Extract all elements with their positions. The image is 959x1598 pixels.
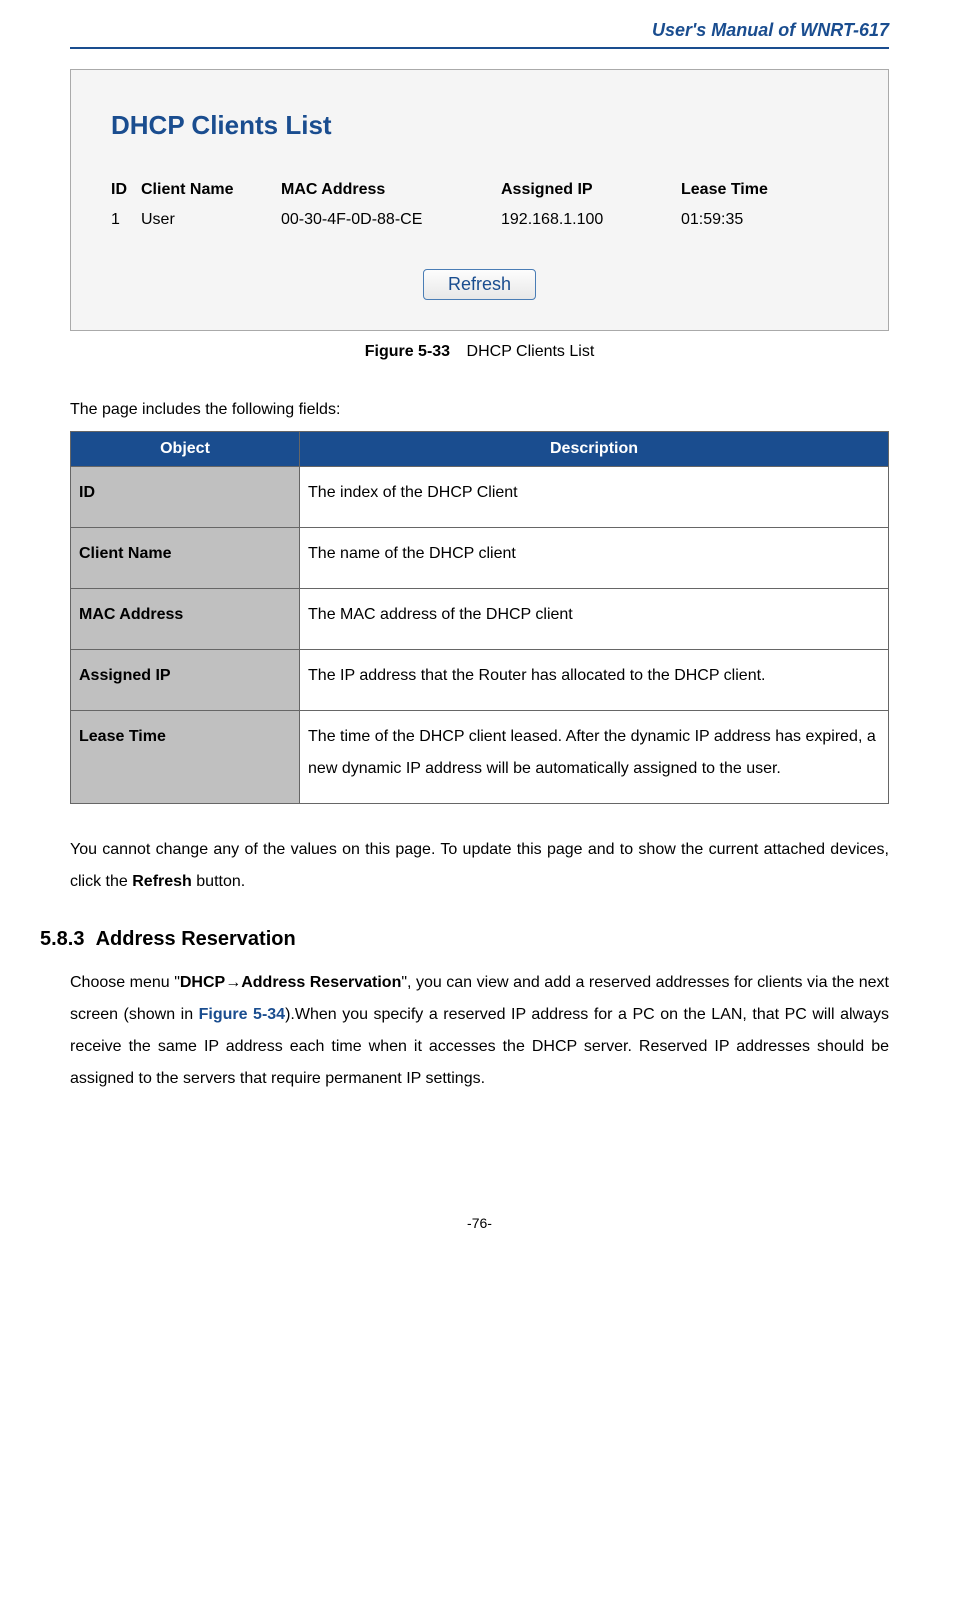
manual-title: User's Manual of WNRT-617 bbox=[652, 20, 889, 40]
section-number: 5.8.3 bbox=[40, 928, 84, 950]
cell-lease: 01:59:35 bbox=[681, 211, 848, 229]
obj-cell: ID bbox=[71, 467, 300, 528]
table-row: 1 User 00-30-4F-0D-88-CE 192.168.1.100 0… bbox=[111, 211, 848, 229]
header-description: Description bbox=[300, 432, 889, 467]
dhcp-screenshot-panel: DHCP Clients List ID Client Name MAC Add… bbox=[70, 69, 889, 331]
menu-path-bold: DHCP→Address Reservation bbox=[180, 974, 401, 991]
table-row: Lease Time The time of the DHCP client l… bbox=[71, 711, 889, 804]
col-header-mac: MAC Address bbox=[281, 181, 501, 199]
obj-cell: Assigned IP bbox=[71, 650, 300, 711]
refresh-bold: Refresh bbox=[132, 873, 192, 890]
col-header-id: ID bbox=[111, 181, 141, 199]
header-object: Object bbox=[71, 432, 300, 467]
desc-cell: The name of the DHCP client bbox=[300, 528, 889, 589]
desc-cell: The IP address that the Router has alloc… bbox=[300, 650, 889, 711]
table-row: ID The index of the DHCP Client bbox=[71, 467, 889, 528]
cell-name: User bbox=[141, 211, 281, 229]
desc-table-header-row: Object Description bbox=[71, 432, 889, 467]
col-header-ip: Assigned IP bbox=[501, 181, 681, 199]
col-header-name: Client Name bbox=[141, 181, 281, 199]
cell-ip: 192.168.1.100 bbox=[501, 211, 681, 229]
table-row: MAC Address The MAC address of the DHCP … bbox=[71, 589, 889, 650]
para-text: Choose menu " bbox=[70, 974, 180, 991]
figure-label: Figure 5-33 bbox=[365, 343, 450, 360]
page-number: -76- bbox=[70, 1215, 889, 1231]
figure-link[interactable]: Figure 5-34 bbox=[199, 1006, 285, 1023]
cell-id: 1 bbox=[111, 211, 141, 229]
cell-mac: 00-30-4F-0D-88-CE bbox=[281, 211, 501, 229]
intro-text: The page includes the following fields: bbox=[70, 401, 889, 419]
dhcp-panel-title: DHCP Clients List bbox=[101, 110, 858, 141]
col-header-lease: Lease Time bbox=[681, 181, 848, 199]
section-heading: 5.8.3 Address Reservation bbox=[40, 928, 889, 951]
refresh-button-wrap: Refresh bbox=[101, 269, 858, 300]
table-row: Client Name The name of the DHCP client bbox=[71, 528, 889, 589]
figure-title: DHCP Clients List bbox=[467, 343, 595, 360]
section-title: Address Reservation bbox=[96, 928, 296, 950]
figure-caption: Figure 5-33 DHCP Clients List bbox=[70, 343, 889, 361]
desc-cell: The time of the DHCP client leased. Afte… bbox=[300, 711, 889, 804]
obj-cell: MAC Address bbox=[71, 589, 300, 650]
obj-cell: Lease Time bbox=[71, 711, 300, 804]
table-row: Assigned IP The IP address that the Rout… bbox=[71, 650, 889, 711]
para-text: button. bbox=[192, 873, 245, 890]
desc-cell: The MAC address of the DHCP client bbox=[300, 589, 889, 650]
page-header: User's Manual of WNRT-617 bbox=[70, 20, 889, 49]
description-table: Object Description ID The index of the D… bbox=[70, 431, 889, 804]
table-header-row: ID Client Name MAC Address Assigned IP L… bbox=[111, 181, 848, 199]
desc-cell: The index of the DHCP Client bbox=[300, 467, 889, 528]
obj-cell: Client Name bbox=[71, 528, 300, 589]
paragraph-refresh-note: You cannot change any of the values on t… bbox=[70, 834, 889, 898]
paragraph-address-reservation: Choose menu "DHCP→Address Reservation", … bbox=[70, 967, 889, 1095]
dhcp-client-table: ID Client Name MAC Address Assigned IP L… bbox=[101, 181, 858, 229]
refresh-button[interactable]: Refresh bbox=[423, 269, 536, 300]
